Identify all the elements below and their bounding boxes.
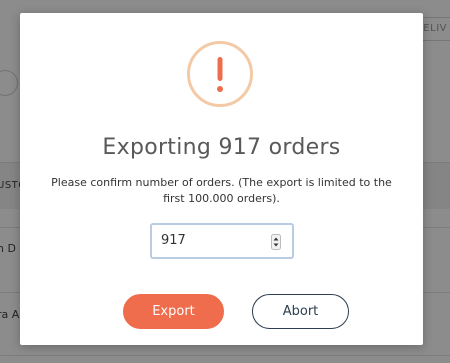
order-quantity-input[interactable]: 917	[150, 223, 294, 259]
warning-icon	[187, 41, 253, 107]
export-confirm-dialog: Exporting 917 orders Please confirm numb…	[20, 13, 423, 345]
abort-button[interactable]: Abort	[252, 294, 349, 329]
order-quantity-value[interactable]: 917	[161, 233, 186, 248]
export-button[interactable]: Export	[123, 294, 224, 329]
dialog-message: Please confirm number of orders. (The ex…	[51, 176, 392, 205]
exclamation-icon	[217, 57, 223, 92]
number-spinner-icon[interactable]	[271, 234, 281, 250]
dialog-title: Exporting 917 orders	[102, 135, 341, 160]
